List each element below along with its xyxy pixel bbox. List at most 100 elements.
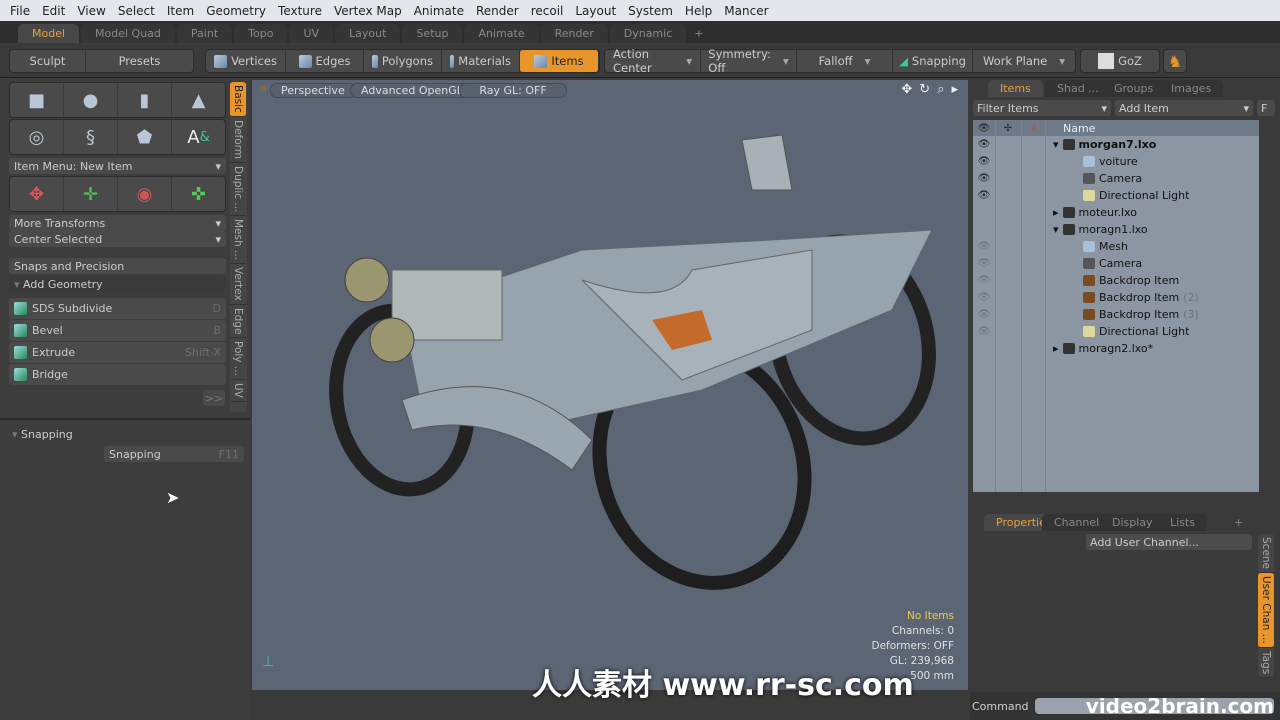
snaps-precision-button[interactable]: Snaps and Precision xyxy=(9,258,226,274)
3d-viewport[interactable]: Perspective Advanced OpenGL Ray GL: OFF … xyxy=(252,80,968,690)
more-transforms-dropdown[interactable]: More Transforms ▾ xyxy=(9,215,226,231)
tree-item[interactable]: ▸ moteur.lxo xyxy=(1053,206,1137,219)
tree-item[interactable]: Directional Light xyxy=(1083,189,1189,202)
name-column-header[interactable]: Name xyxy=(1063,122,1095,135)
axis-column-icon[interactable]: ⅄ xyxy=(1021,123,1047,134)
tab-topo[interactable]: Topo xyxy=(234,24,288,43)
materials-button[interactable]: Materials xyxy=(442,50,520,72)
tree-item[interactable]: Directional Light xyxy=(1083,325,1189,338)
menu-edit[interactable]: Edit xyxy=(36,4,71,18)
menu-view[interactable]: View xyxy=(71,4,111,18)
command-input[interactable]: video2brain.com xyxy=(1034,698,1274,714)
tree-row[interactable]: 👁 Directional Light xyxy=(973,187,1259,204)
panel-tab-1[interactable]: Shad ... xyxy=(1045,80,1111,97)
menu-mancer[interactable]: Mancer xyxy=(718,4,774,18)
goz-button[interactable]: GoZ xyxy=(1081,50,1159,72)
tree-row[interactable]: 👁 ▾ morgan7.lxo xyxy=(973,136,1259,153)
cube-tool-button[interactable]: ■ xyxy=(10,83,64,117)
panel-tab-3[interactable]: Images xyxy=(1159,80,1224,97)
items-button[interactable]: Items xyxy=(520,50,599,72)
tree-item[interactable]: Mesh xyxy=(1083,240,1128,253)
presets-button[interactable]: Presets xyxy=(86,50,193,72)
panel-tab-0[interactable]: Items xyxy=(988,80,1043,97)
tab-setup[interactable]: Setup xyxy=(402,24,463,43)
edges-button[interactable]: Edges xyxy=(286,50,364,72)
transform-tool-button[interactable]: ✥ xyxy=(10,177,64,211)
menu-item[interactable]: Item xyxy=(161,4,200,18)
tool-extrude[interactable]: Extrude Shift-X xyxy=(9,342,226,363)
toolbox-tab-0[interactable]: Basic xyxy=(230,82,246,117)
visibility-toggle[interactable]: 👁 xyxy=(973,139,995,150)
toolbox-tab-1[interactable]: Deform xyxy=(230,117,246,163)
item-menu-dropdown[interactable]: Item Menu: New Item ▾ xyxy=(9,158,226,174)
tree-row[interactable]: 👁 Backdrop Item (3) xyxy=(973,306,1259,323)
f-button[interactable]: F xyxy=(1257,100,1275,116)
snapping-section-header[interactable]: ▾ Snapping xyxy=(12,428,73,441)
tree-item[interactable]: ▾ moragn1.lxo xyxy=(1053,223,1148,236)
toolbox-tab-4[interactable]: Vertex xyxy=(230,264,246,305)
tree-row[interactable]: ▸ moragn2.lxo* xyxy=(973,340,1259,357)
tree-row[interactable]: ▾ moragn1.lxo xyxy=(973,221,1259,238)
cone-tool-button[interactable]: ▲ xyxy=(172,83,225,117)
tree-item[interactable]: Camera xyxy=(1083,257,1142,270)
visibility-toggle[interactable]: 👁 xyxy=(973,309,995,320)
tab-layout[interactable]: Layout xyxy=(335,24,401,43)
tree-item[interactable]: Camera xyxy=(1083,172,1142,185)
visibility-toggle[interactable]: 👁 xyxy=(973,241,995,252)
tree-item[interactable]: Backdrop Item xyxy=(1083,274,1179,287)
cylinder-tool-button[interactable]: ▮ xyxy=(118,83,172,117)
symmetry-dropdown[interactable]: Symmetry: Off xyxy=(701,47,797,75)
visibility-toggle[interactable]: 👁 xyxy=(973,190,995,201)
snapping-toggle[interactable]: Snapping F11 xyxy=(104,446,244,462)
tree-item[interactable]: Backdrop Item (3) xyxy=(1083,308,1199,321)
visibility-toggle[interactable]: 👁 xyxy=(973,258,995,269)
toolbox-tab-3[interactable]: Mesh ... xyxy=(230,216,246,265)
properties-tab-2[interactable]: Display xyxy=(1100,514,1165,531)
sphere-tool-button[interactable]: ● xyxy=(64,83,118,117)
scale-tool-button[interactable]: ✜ xyxy=(172,177,225,211)
visibility-toggle[interactable]: 👁 xyxy=(973,156,995,167)
center-selected-dropdown[interactable]: Center Selected ▾ xyxy=(9,231,226,247)
toolbox-tab-2[interactable]: Duplic ... xyxy=(230,163,246,217)
side-tab-1[interactable]: User Chan ... xyxy=(1258,573,1274,648)
tree-row[interactable]: 👁 Backdrop Item xyxy=(973,272,1259,289)
more-button[interactable]: >> xyxy=(203,390,225,406)
visibility-toggle[interactable]: 👁 xyxy=(973,326,995,337)
pen-tool-button[interactable]: ⬟ xyxy=(118,120,172,154)
panel-tab-2[interactable]: Groups xyxy=(1102,80,1166,97)
filter-items-dropdown[interactable]: Filter Items ▾ xyxy=(973,100,1111,116)
tree-item[interactable]: Backdrop Item (2) xyxy=(1083,291,1199,304)
expand-arrow-icon[interactable]: ▾ xyxy=(1053,223,1059,236)
menu-file[interactable]: File xyxy=(4,4,36,18)
menu-help[interactable]: Help xyxy=(679,4,718,18)
menu-layout[interactable]: Layout xyxy=(569,4,622,18)
action-center-dropdown[interactable]: Action Center xyxy=(605,47,701,75)
menu-texture[interactable]: Texture xyxy=(272,4,328,18)
expand-arrow-icon[interactable]: ▸ xyxy=(1053,342,1059,355)
menu-system[interactable]: System xyxy=(622,4,679,18)
toolbox-tab-5[interactable]: Edge xyxy=(230,305,246,339)
menu-render[interactable]: Render xyxy=(470,4,525,18)
text-tool-button[interactable]: A & xyxy=(172,120,225,154)
tree-row[interactable]: 👁 Camera xyxy=(973,170,1259,187)
tree-row[interactable]: ▸ moteur.lxo xyxy=(973,204,1259,221)
visibility-column-icon[interactable]: 👁 xyxy=(973,123,995,134)
vertices-button[interactable]: Vertices xyxy=(206,50,286,72)
menu-select[interactable]: Select xyxy=(112,4,161,18)
snapping-button[interactable]: ◢ Snapping xyxy=(893,50,973,72)
add-tab-button[interactable]: + xyxy=(688,24,709,43)
tree-item[interactable]: ▾ morgan7.lxo xyxy=(1053,138,1156,151)
expand-arrow-icon[interactable]: ▾ xyxy=(1053,138,1059,151)
tab-model-quad[interactable]: Model Quad xyxy=(81,24,175,43)
add-geometry-header[interactable]: ▾ Add Geometry xyxy=(9,276,226,292)
tool-bridge[interactable]: Bridge xyxy=(9,364,226,385)
capsule-tool-button[interactable]: § xyxy=(64,120,118,154)
falloff-dropdown[interactable]: Falloff xyxy=(797,50,893,72)
mancer-button[interactable]: ♞ xyxy=(1163,49,1187,73)
tab-uv[interactable]: UV xyxy=(289,24,334,43)
torus-tool-button[interactable]: ◎ xyxy=(10,120,64,154)
tree-item[interactable]: ▸ moragn2.lxo* xyxy=(1053,342,1153,355)
tab-model[interactable]: Model xyxy=(18,24,80,43)
tree-row[interactable]: 👁 Mesh xyxy=(973,238,1259,255)
tab-paint[interactable]: Paint xyxy=(176,24,233,43)
